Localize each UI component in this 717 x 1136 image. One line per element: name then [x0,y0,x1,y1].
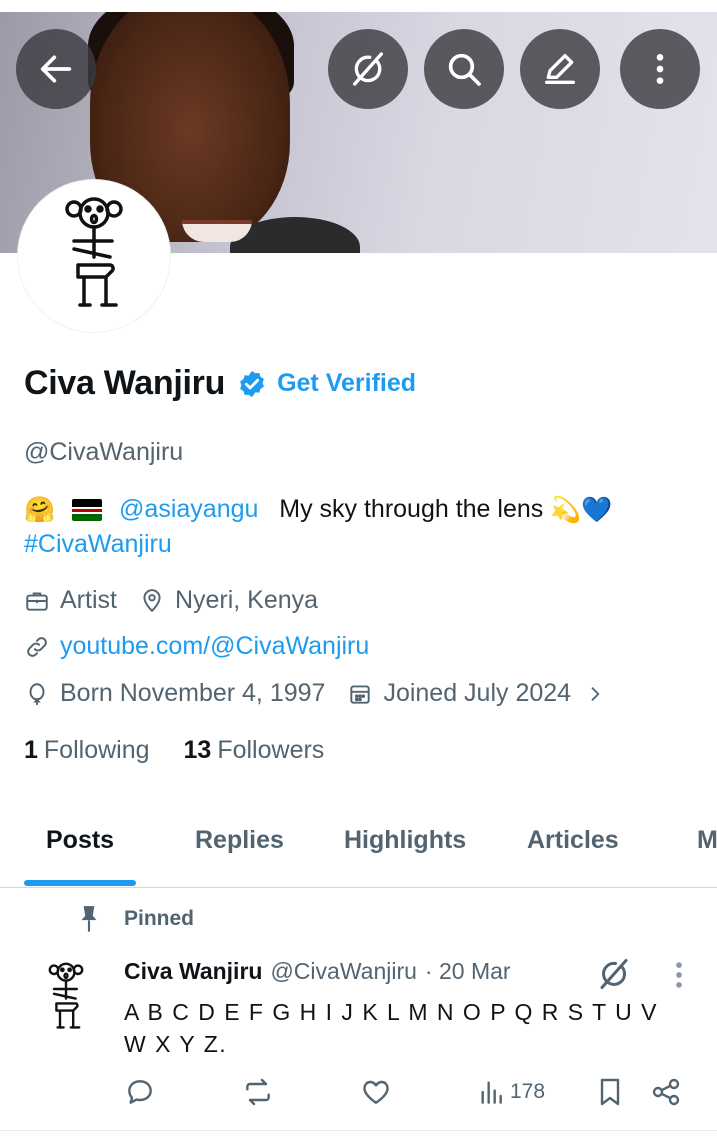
banner-photo-smile [182,220,252,242]
post-actions: 178 [124,1076,694,1116]
verified-badge-icon[interactable] [237,369,267,399]
calendar-icon [350,684,371,704]
website-link[interactable]: youtube.com/@CivaWanjiru [60,632,369,661]
grok-button[interactable] [328,29,408,109]
briefcase-icon [26,591,48,611]
post-author-name[interactable]: Civa Wanjiru [124,958,262,985]
heart-icon [363,1080,389,1104]
reply-icon [128,1080,152,1104]
repost-button[interactable] [242,1076,274,1108]
profile-name: Civa Wanjiru [24,364,226,402]
repost-icon [246,1078,270,1106]
post-author-avatar[interactable] [36,958,96,1038]
arrow-left-icon [40,55,72,83]
share-button[interactable] [650,1076,682,1108]
stick-figure-avatar-icon [65,197,123,307]
profile-handle: @CivaWanjiru [24,438,184,466]
pinned-label: Pinned [124,907,195,930]
reply-button[interactable] [124,1076,156,1108]
pin-icon [81,906,97,932]
profile-name-row: Civa Wanjiru Get Verified [24,364,416,403]
bookmark-button[interactable] [594,1076,626,1108]
bio-text: My sky through the lens [279,495,544,523]
views-count: 178 [510,1080,546,1103]
followers-count: 13 [183,736,212,764]
tab-articles[interactable]: Articles [527,826,619,855]
following-count: 1 [24,736,38,764]
grok-icon [353,52,383,86]
grok-icon[interactable] [596,956,632,992]
tab-media[interactable]: M [697,826,717,855]
post-author-handle[interactable]: @CivaWanjiru [270,958,416,985]
followers-label: Followers [217,736,325,764]
top-margin [0,0,717,12]
profile-meta-row-2: youtube.com/@CivaWanjiru [24,632,391,661]
more-vertical-icon [656,54,664,84]
kenya-flag-icon [72,499,103,522]
profile-bio: 🤗 @asiayangu My sky through the lens 💫💙 … [24,492,704,561]
tab-posts[interactable]: Posts [46,826,114,855]
location-text: Nyeri, Kenya [174,586,319,614]
website[interactable]: youtube.com/@CivaWanjiru [24,632,369,661]
birth-date: Born November 4, 1997 [24,679,325,708]
active-tab-indicator [24,880,136,886]
tab-highlights[interactable]: Highlights [344,826,466,855]
bookmark-icon [600,1078,620,1106]
blue-heart-emoji: 💙 [581,496,613,525]
post-date[interactable]: · 20 Mar [425,958,511,985]
more-button[interactable] [620,29,700,109]
post-text: A B C D E F G H I J K L M N O P Q R S T … [124,999,658,1057]
joined-date-text: Joined July 2024 [383,679,572,707]
profile-meta-row-1: Artist Nyeri, Kenya [24,586,340,615]
birth-date-text: Born November 4, 1997 [60,679,326,707]
analytics-icon [481,1081,502,1104]
bio-hashtag-link[interactable]: #CivaWanjiru [24,530,172,558]
like-button[interactable] [360,1076,392,1108]
location-pin-icon [143,588,161,612]
post-divider [0,1130,717,1131]
follow-stats: 1 Following 13 Followers [24,736,358,765]
dizzy-emoji: 💫 [550,496,582,525]
followers-link[interactable]: 13 Followers [184,736,325,765]
search-button[interactable] [424,29,504,109]
profession-text: Artist [60,586,117,614]
balloon-icon [29,682,45,705]
pinned-indicator: Pinned [76,904,194,934]
edit-button[interactable] [520,29,600,109]
tab-replies[interactable]: Replies [195,826,284,855]
profile-avatar[interactable] [18,180,170,332]
back-button[interactable] [16,29,96,109]
more-vertical-icon[interactable] [668,958,690,992]
profile-tabs: Posts Replies Highlights Articles M [0,808,717,888]
get-verified-link[interactable]: Get Verified [277,369,416,398]
chevron-right-icon[interactable] [585,684,605,704]
following-link[interactable]: 1 Following [24,736,150,765]
location: Nyeri, Kenya [139,586,318,615]
bio-mention-link[interactable]: @asiayangu [119,495,258,523]
link-icon [27,636,47,657]
share-icon [652,1078,680,1106]
hugging-face-emoji: 🤗 [24,496,56,525]
search-icon [448,53,481,86]
following-label: Following [43,736,150,764]
views-button[interactable]: 178 [476,1076,545,1108]
profile-meta-row-3: Born November 4, 1997 Joined July 2024 [24,679,627,708]
pen-icon [545,54,575,85]
joined-date[interactable]: Joined July 2024 [347,679,605,708]
profession: Artist [24,586,117,615]
